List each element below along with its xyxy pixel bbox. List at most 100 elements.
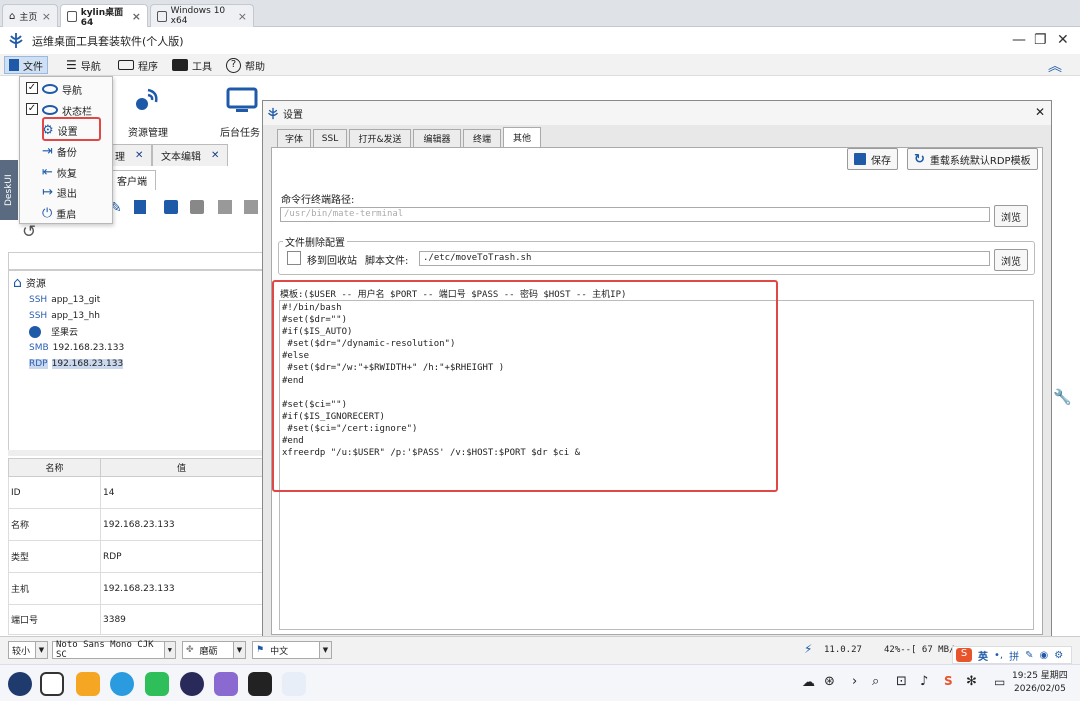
menu-file[interactable]: 文件 <box>4 56 48 74</box>
media-app-icon[interactable] <box>180 672 204 696</box>
search-input[interactable] <box>8 252 263 270</box>
satellite-icon[interactable] <box>132 86 160 114</box>
chevron-down-icon: ▼ <box>233 642 245 658</box>
notification-icon[interactable]: ▭ <box>994 675 1005 689</box>
close-dialog-button[interactable]: ✕ <box>1035 105 1045 119</box>
eye-slash-icon <box>42 105 58 115</box>
close-icon[interactable]: × <box>42 10 51 23</box>
move-to-trash-checkbox[interactable] <box>287 251 301 265</box>
copy-icon[interactable] <box>164 200 178 214</box>
bluetooth-icon[interactable]: ✻ <box>966 674 977 689</box>
deskui-app-icon[interactable] <box>282 672 306 696</box>
menu-item-backup[interactable]: ⇥ 备份 <box>42 142 77 160</box>
close-icon[interactable]: × <box>132 10 141 23</box>
menu-item-nav[interactable]: 导航 <box>42 80 82 98</box>
trash-icon[interactable] <box>134 200 146 214</box>
tree-item[interactable]: 坚果云 <box>29 324 78 339</box>
vm-tab-home[interactable]: ⌂ 主页 × <box>2 4 58 27</box>
gear-icon[interactable]: ⚙ <box>1054 650 1063 661</box>
close-icon[interactable]: ✕ <box>135 150 143 161</box>
tree-root[interactable]: ⌂ 资源 <box>13 275 46 291</box>
monitor-icon[interactable] <box>226 86 258 114</box>
paste-icon[interactable] <box>190 200 204 214</box>
tree-item[interactable]: SSH app_13_git <box>29 292 100 307</box>
clock-time[interactable]: 19:25 星期四 <box>1012 668 1068 681</box>
volume-icon[interactable]: ♪ <box>920 674 928 689</box>
maximize-button[interactable]: ❐ <box>1034 32 1047 48</box>
splitter[interactable] <box>8 450 263 456</box>
vm-tab-strip: ⌂ 主页 × kylin桌面64 × Windows 10 x64 × <box>0 0 1080 28</box>
col-header[interactable]: 值 <box>100 458 263 477</box>
chevron-right-icon[interactable]: › <box>852 674 857 689</box>
close-window-button[interactable]: ✕ <box>1057 32 1069 48</box>
menu-item-restore[interactable]: ⇤ 恢复 <box>42 163 77 181</box>
save-button[interactable]: 保存 <box>847 148 898 170</box>
multitask-icon[interactable] <box>40 672 64 696</box>
sogou-icon[interactable]: S <box>956 648 972 662</box>
screenshot-icon[interactable]: ⊡ <box>896 674 907 689</box>
tree-item[interactable]: SMB 192.168.23.133 <box>29 340 124 355</box>
background-task-label[interactable]: 后台任务 <box>220 124 260 139</box>
script-file-input[interactable]: ./etc/moveToTrash.sh <box>419 251 990 266</box>
theme-select[interactable]: ✤ 磨砺 ▼ <box>182 641 246 659</box>
cloud-icon[interactable]: ☁ <box>802 675 815 690</box>
tab-open-send[interactable]: 打开&发送 <box>349 129 411 147</box>
tab-text-edit[interactable]: 文本编辑 ✕ <box>152 144 229 166</box>
tab-other[interactable]: 其他 <box>503 127 541 147</box>
ime-language[interactable]: 英 <box>978 648 988 663</box>
network-icon[interactable]: ⊛ <box>824 674 835 689</box>
table-row: 名称 192.168.23.133 <box>8 508 263 541</box>
file-manager-icon[interactable] <box>76 672 100 696</box>
browse-button[interactable]: 浏览 <box>994 205 1028 227</box>
vm-icon <box>157 10 167 22</box>
menu-item-restart[interactable]: ⏻ 重启 <box>42 204 76 222</box>
chat-app-icon[interactable] <box>145 672 169 696</box>
refresh-icon[interactable]: ↺ <box>22 222 36 242</box>
menu-nav[interactable]: ☰ 导航 <box>66 56 101 74</box>
skin-icon[interactable]: ◉ <box>1039 650 1048 661</box>
vm-tab-windows[interactable]: Windows 10 x64 × <box>150 4 254 27</box>
terminal-app-icon[interactable] <box>248 672 272 696</box>
notes-app-icon[interactable] <box>214 672 238 696</box>
tab-ssl[interactable]: SSL <box>313 129 347 147</box>
tab-font[interactable]: 字体 <box>277 129 311 147</box>
terminal-path-input[interactable]: /usr/bin/mate-terminal <box>280 207 990 222</box>
close-icon[interactable]: × <box>238 10 247 23</box>
tab-editor[interactable]: 编辑器 <box>413 129 461 147</box>
font-select[interactable]: Noto Sans Mono CJK SC ▼ <box>52 640 176 660</box>
tree-item-selected[interactable]: RDP 192.168.23.133 <box>29 356 124 371</box>
deskui-side-label[interactable]: DeskUI <box>0 160 18 220</box>
move-icon[interactable] <box>218 200 232 214</box>
punct-icon[interactable]: •, <box>994 650 1003 661</box>
size-select[interactable]: 较小 ▼ <box>8 641 48 659</box>
reload-rdp-template-button[interactable]: ↻ 重载系统默认RDP模板 <box>907 148 1038 170</box>
tab-terminal[interactable]: 终端 <box>463 129 501 147</box>
table-row: ID 14 <box>8 476 263 509</box>
menu-item-exit[interactable]: ↦ 退出 <box>42 183 77 201</box>
language-select[interactable]: ⚑ 中文 ▼ <box>252 641 332 659</box>
menu-help[interactable]: ? 帮助 <box>226 56 265 74</box>
minimize-button[interactable]: — <box>1012 32 1026 48</box>
collapse-icon[interactable]: ︽ <box>1048 56 1062 76</box>
tab-client[interactable]: 客户端 <box>108 170 156 190</box>
vm-tab-kylin[interactable]: kylin桌面64 × <box>60 4 148 28</box>
ime-tray-icon[interactable]: S <box>944 674 953 688</box>
export-icon[interactable] <box>244 200 258 214</box>
checkbox-nav[interactable]: ✓ <box>26 82 38 94</box>
resource-manage-label[interactable]: 资源管理 <box>128 124 168 139</box>
pen-icon[interactable]: ✎ <box>1025 650 1033 661</box>
tree-item[interactable]: SSH app_13_hh <box>29 308 100 323</box>
menu-tools[interactable]: 工具 <box>172 56 212 74</box>
clock-date[interactable]: 2026/02/05 <box>1014 684 1066 694</box>
col-header[interactable]: 名称 <box>8 458 101 477</box>
search-icon[interactable]: ⌕ <box>872 674 879 689</box>
menu-program[interactable]: 程序 <box>118 56 158 74</box>
checkbox-statusbar[interactable]: ✓ <box>26 103 38 115</box>
ime-pinyin[interactable]: 拼 <box>1009 648 1019 663</box>
start-menu-icon[interactable] <box>8 672 32 696</box>
browser-icon[interactable] <box>110 672 134 696</box>
close-icon[interactable]: ✕ <box>211 150 219 161</box>
wrench-icon[interactable]: 🔧 <box>1053 388 1072 406</box>
resource-tree: ⌂ 资源 SSH app_13_git SSH app_13_hh 坚果云 SM… <box>8 270 263 454</box>
browse-button[interactable]: 浏览 <box>994 249 1028 271</box>
